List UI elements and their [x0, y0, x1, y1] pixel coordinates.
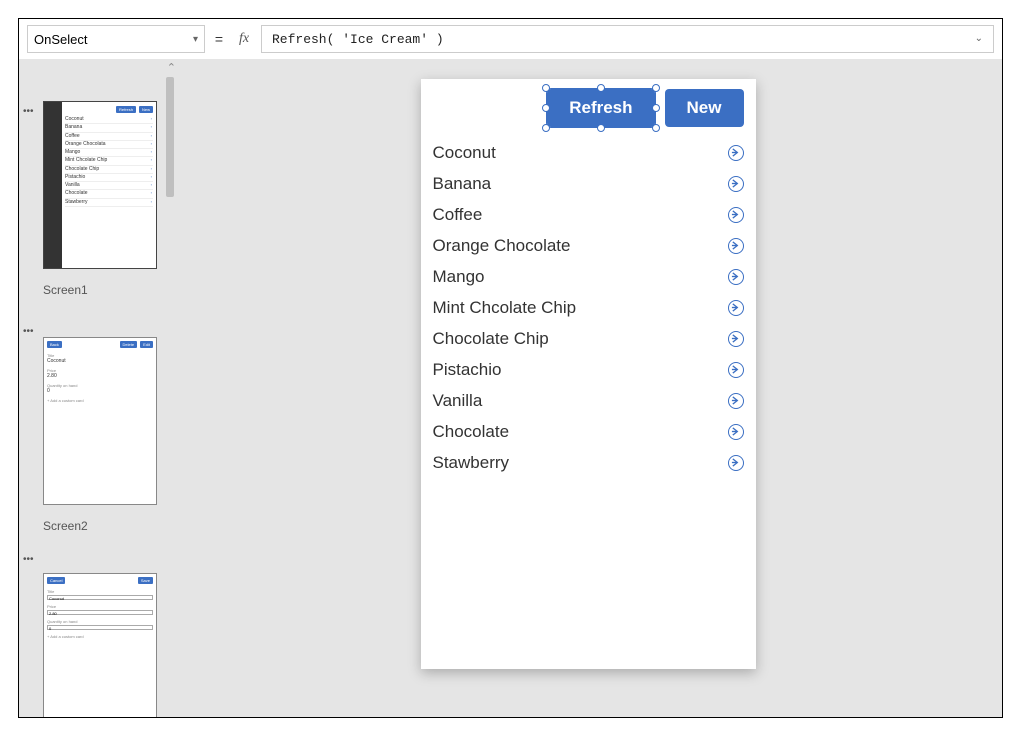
list-item[interactable]: Mango — [433, 261, 744, 292]
formula-input[interactable]: Refresh( 'Ice Cream' ) ⌄ — [261, 25, 994, 53]
arrow-right-icon[interactable] — [728, 207, 744, 223]
arrow-right-icon[interactable] — [728, 176, 744, 192]
thumbnail-screen3[interactable]: Cancel Save TitleCoconut Price2.80 Quant… — [43, 573, 170, 717]
resize-handle[interactable] — [542, 104, 550, 112]
rail-scrollbar[interactable] — [166, 77, 174, 717]
list-item[interactable]: Mint Chcolate Chip — [433, 292, 744, 323]
formula-expand-icon: ⌄ — [975, 33, 983, 45]
list-item[interactable]: Pistachio — [433, 354, 744, 385]
list-item[interactable]: Stawberry — [433, 447, 744, 478]
arrow-right-icon[interactable] — [728, 269, 744, 285]
item-label: Coconut — [433, 143, 496, 163]
arrow-right-icon[interactable] — [728, 424, 744, 440]
refresh-button[interactable]: Refresh — [547, 89, 654, 127]
app-screen: Refresh New CoconutBananaCoffeeOra — [421, 79, 756, 669]
resize-handle[interactable] — [542, 84, 550, 92]
screen-thumbnail-rail: ⌃ ••• Refresh New Coconut›Banana›Coffee›… — [19, 59, 174, 717]
list-item[interactable]: Coconut — [433, 137, 744, 168]
resize-handle[interactable] — [542, 124, 550, 132]
arrow-right-icon[interactable] — [728, 238, 744, 254]
item-label: Mango — [433, 267, 485, 287]
thumb-menu-icon[interactable]: ••• — [23, 555, 34, 565]
thumb-menu-icon[interactable]: ••• — [23, 327, 34, 337]
arrow-right-icon[interactable] — [728, 300, 744, 316]
fx-icon: fx — [233, 31, 255, 47]
equals-label: = — [211, 31, 227, 47]
arrow-right-icon[interactable] — [728, 331, 744, 347]
thumbnail-label: Screen2 — [43, 519, 170, 533]
new-button[interactable]: New — [665, 89, 744, 127]
list-item[interactable]: Chocolate Chip — [433, 323, 744, 354]
scroll-up-icon[interactable]: ⌃ — [167, 61, 174, 74]
flavor-list: Coconut Banana Coffee Orange Chocolate Mango… — [433, 137, 744, 478]
item-label: Orange Chocolate — [433, 236, 571, 256]
list-item[interactable]: Orange Chocolate — [433, 230, 744, 261]
item-label: Chocolate — [433, 422, 510, 442]
item-label: Vanilla — [433, 391, 483, 411]
property-dropdown[interactable]: OnSelect ▾ — [27, 25, 205, 53]
item-label: Banana — [433, 174, 492, 194]
property-dropdown-value: OnSelect — [34, 32, 87, 47]
resize-handle[interactable] — [597, 84, 605, 92]
main-area: ⌃ ••• Refresh New Coconut›Banana›Coffee›… — [19, 59, 1002, 717]
chevron-down-icon: ▾ — [193, 34, 198, 45]
formula-bar: OnSelect ▾ = fx Refresh( 'Ice Cream' ) ⌄ — [19, 19, 1002, 59]
thumbnail-label: Screen1 — [43, 283, 170, 297]
thumbnail-screen2[interactable]: Back Delete Edit TitleCoconut Price2.80 … — [43, 337, 170, 533]
app-frame: OnSelect ▾ = fx Refresh( 'Ice Cream' ) ⌄… — [18, 18, 1003, 718]
formula-text: Refresh( 'Ice Cream' ) — [272, 32, 444, 47]
item-label: Chocolate Chip — [433, 329, 549, 349]
list-item[interactable]: Chocolate — [433, 416, 744, 447]
arrow-right-icon[interactable] — [728, 393, 744, 409]
item-label: Stawberry — [433, 453, 510, 473]
thumb-menu-icon[interactable]: ••• — [23, 107, 34, 117]
arrow-right-icon[interactable] — [728, 145, 744, 161]
arrow-right-icon[interactable] — [728, 362, 744, 378]
resize-handle[interactable] — [652, 104, 660, 112]
item-label: Mint Chcolate Chip — [433, 298, 577, 318]
design-canvas[interactable]: Refresh New CoconutBananaCoffeeOra — [174, 59, 1002, 717]
list-item[interactable]: Banana — [433, 168, 744, 199]
resize-handle[interactable] — [652, 124, 660, 132]
thumbnail-screen1[interactable]: Refresh New Coconut›Banana›Coffee›Orange… — [43, 101, 170, 297]
item-label: Coffee — [433, 205, 483, 225]
list-item[interactable]: Coffee — [433, 199, 744, 230]
list-item[interactable]: Vanilla — [433, 385, 744, 416]
item-label: Pistachio — [433, 360, 502, 380]
resize-handle[interactable] — [597, 124, 605, 132]
resize-handle[interactable] — [652, 84, 660, 92]
arrow-right-icon[interactable] — [728, 455, 744, 471]
